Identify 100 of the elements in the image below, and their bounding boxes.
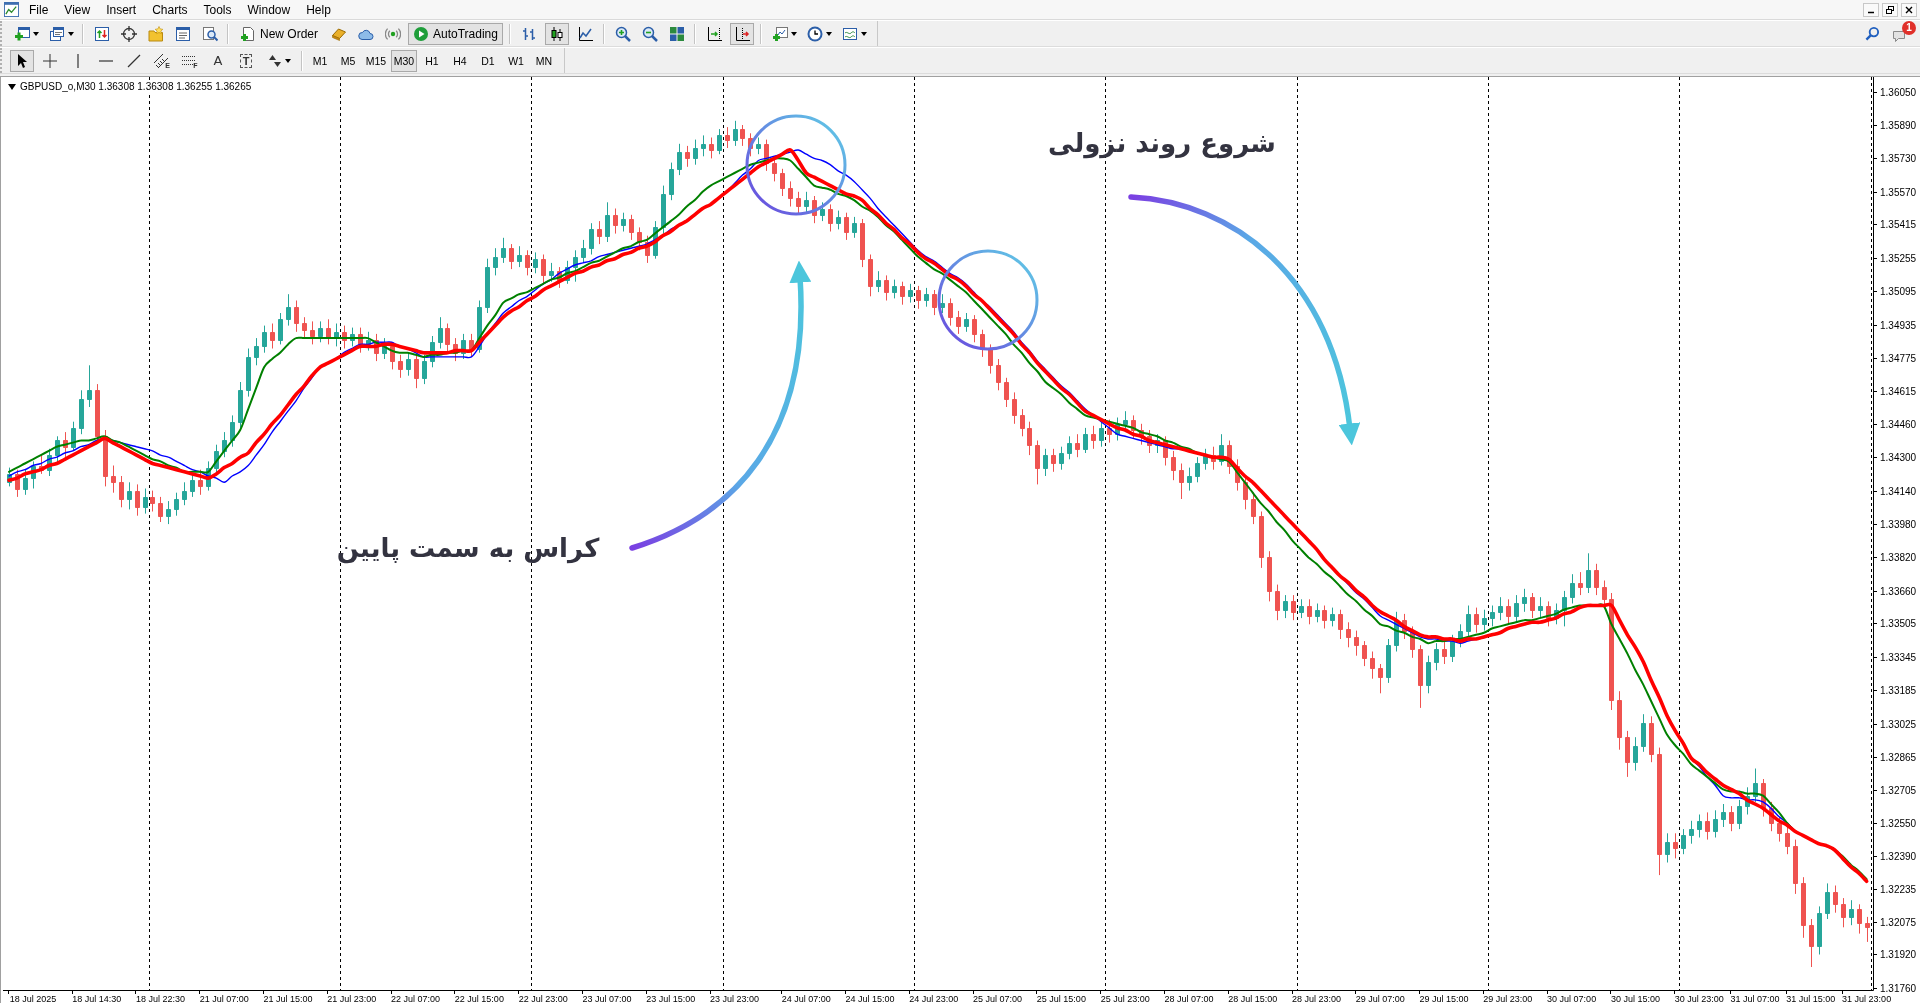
timeframe-button[interactable]: H4 xyxy=(447,49,473,72)
candle xyxy=(310,320,315,345)
timeframe-button[interactable]: M30 xyxy=(391,49,417,72)
dropdown-triangle-icon[interactable] xyxy=(8,83,16,90)
window-plus-icon[interactable] xyxy=(14,25,30,42)
folder-star-icon[interactable] xyxy=(148,25,164,42)
time-label: 30 Jul 15:00 xyxy=(1610,993,1660,1003)
candle xyxy=(932,289,937,316)
candle xyxy=(326,318,331,345)
candle xyxy=(701,134,706,157)
caret-icon xyxy=(284,58,291,63)
candle xyxy=(1745,786,1750,815)
timeframe-button[interactable]: D1 xyxy=(475,49,501,72)
chat-bubble-icon[interactable] xyxy=(1892,28,1908,43)
radio-waves-icon[interactable] xyxy=(385,25,401,42)
candle xyxy=(1155,433,1160,454)
menu-item[interactable]: Help xyxy=(298,0,339,19)
price-label: 1.35255 xyxy=(1880,253,1917,264)
chart-window-icon[interactable] xyxy=(4,2,19,17)
time-label: 22 Jul 23:00 xyxy=(518,993,568,1003)
timeframe-button[interactable]: H1 xyxy=(419,49,445,72)
candle xyxy=(1490,605,1495,627)
menu-item[interactable]: Window xyxy=(239,0,299,19)
candle xyxy=(860,218,865,268)
menu-item[interactable]: File xyxy=(21,0,57,19)
candle xyxy=(71,421,76,452)
candle xyxy=(892,279,897,299)
autotrading-button[interactable]: AutoTrading xyxy=(408,22,503,45)
price-label: 1.33345 xyxy=(1880,652,1917,663)
new-order-button[interactable]: New Order xyxy=(235,22,323,45)
menu-item[interactable]: Insert xyxy=(98,0,145,19)
candle xyxy=(1434,642,1439,671)
candle xyxy=(230,414,235,448)
diagonal-line-icon xyxy=(127,53,141,68)
candle xyxy=(31,460,36,489)
candle xyxy=(430,335,435,368)
candle xyxy=(1426,655,1431,694)
timeframe-button[interactable]: M1 xyxy=(307,49,333,72)
caret-icon[interactable] xyxy=(790,31,797,36)
caret-icon[interactable] xyxy=(33,31,39,36)
candle xyxy=(820,201,825,222)
candle xyxy=(1075,433,1080,458)
zoom-out-icon[interactable] xyxy=(641,25,658,42)
timeframe-button[interactable]: W1 xyxy=(503,49,529,72)
text-label-tool-button[interactable]: T xyxy=(234,49,258,72)
cursor-tool-button[interactable] xyxy=(10,49,34,72)
candle xyxy=(1554,603,1559,625)
candle xyxy=(1809,918,1814,968)
search-icon[interactable] xyxy=(1865,26,1880,41)
list-window-icon[interactable] xyxy=(175,25,191,42)
candlestick-chart-button[interactable] xyxy=(544,22,569,45)
caret-icon[interactable] xyxy=(68,31,74,36)
magnifier-window-icon[interactable] xyxy=(202,25,218,42)
chart-template-icon[interactable] xyxy=(841,25,858,42)
price-label: 1.32550 xyxy=(1880,818,1917,829)
grid-tiles-icon[interactable] xyxy=(668,25,685,42)
candle xyxy=(1346,621,1351,648)
candle xyxy=(414,354,419,389)
annotation-text: شروع روند نزولی xyxy=(1048,128,1276,158)
minimize-icon[interactable] xyxy=(1863,2,1879,17)
caret-icon[interactable] xyxy=(860,31,867,36)
candle xyxy=(844,212,849,241)
notification-badge: 1 xyxy=(1902,20,1916,35)
candle xyxy=(1522,588,1527,613)
target-icon[interactable] xyxy=(121,25,137,42)
candle xyxy=(190,473,195,498)
candle xyxy=(836,210,841,230)
candle xyxy=(589,222,594,255)
menu-item[interactable]: View xyxy=(56,0,99,19)
chart-plus-icon[interactable] xyxy=(771,25,788,42)
text-tool-button[interactable]: A xyxy=(206,49,230,72)
timeframe-button[interactable]: M5 xyxy=(335,49,361,72)
windows-stack-icon[interactable] xyxy=(49,25,65,42)
time-label: 18 Jul 2025 xyxy=(9,993,57,1003)
zoom-in-icon[interactable] xyxy=(614,25,631,42)
timeframe-button[interactable]: M15 xyxy=(363,49,389,72)
candle xyxy=(1163,435,1168,466)
timeframe-button[interactable]: MN xyxy=(531,49,557,72)
candle xyxy=(1849,899,1854,926)
candle xyxy=(940,293,945,314)
candle xyxy=(334,323,339,347)
candle xyxy=(653,220,658,260)
close-icon[interactable] xyxy=(1901,2,1917,17)
time-label: 29 Jul 15:00 xyxy=(1419,993,1469,1003)
price-label: 1.32705 xyxy=(1880,785,1917,796)
clock-icon[interactable] xyxy=(806,25,823,42)
candle xyxy=(1259,511,1264,569)
caret-icon[interactable] xyxy=(825,31,832,36)
arrows-window-icon[interactable] xyxy=(94,25,110,42)
candle xyxy=(1362,640,1367,667)
menu-item[interactable]: Charts xyxy=(144,0,196,19)
candle xyxy=(1617,690,1622,751)
ingot-icon[interactable] xyxy=(331,25,347,42)
auto-scroll-button[interactable] xyxy=(729,22,754,45)
candle xyxy=(1737,799,1742,830)
candle xyxy=(111,465,116,494)
time-label: 24 Jul 23:00 xyxy=(909,993,959,1003)
menu-item[interactable]: Tools xyxy=(195,0,240,19)
time-label: 22 Jul 15:00 xyxy=(454,993,504,1003)
restore-icon[interactable] xyxy=(1882,2,1898,17)
